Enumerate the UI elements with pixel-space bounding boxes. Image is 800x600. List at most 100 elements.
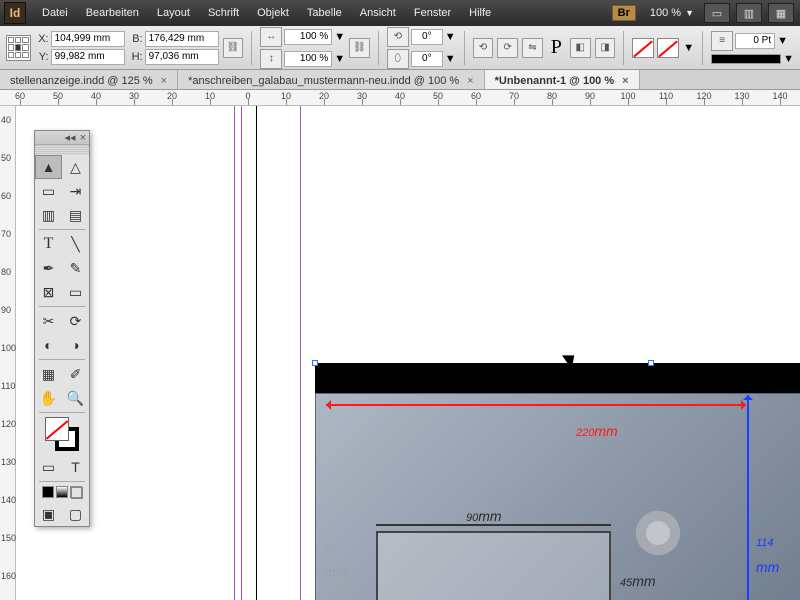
content-placer-tool[interactable]: ▤ [62,203,89,227]
apply-none[interactable] [70,486,82,498]
page-boundary [256,106,257,600]
y-field[interactable] [51,49,125,65]
link-wh-icon[interactable]: ⛓ [223,38,244,58]
apply-gradient[interactable] [56,486,68,498]
ruler-tick-label: 140 [1,495,16,505]
rotate-field[interactable] [411,29,443,45]
ruler-tick-label: 80 [1,267,11,277]
menu-file[interactable]: Datei [34,3,76,23]
stroke-weight-icon: ≡ [711,31,733,51]
ruler-horizontal[interactable]: 6050403020100102030405060708090100110120… [0,90,800,106]
formatting-container-icon[interactable]: ▭ [35,455,62,479]
ruler-tick-label: 150 [1,533,16,543]
select-container-icon[interactable]: ◧ [570,38,591,58]
link-scale-icon[interactable]: ⛓ [349,38,370,58]
rotate-ccw-icon[interactable]: ⟲ [473,38,494,58]
selection-handle[interactable] [648,360,654,366]
selection-tool[interactable]: ▲ [35,155,62,179]
scissors-tool[interactable]: ✂ [35,309,62,333]
scale-y-field[interactable] [284,51,332,67]
rectangle-frame-tool[interactable]: ⊠ [35,280,62,304]
view-mode-normal[interactable]: ▣ [35,502,62,526]
dimension-line [747,395,749,600]
ruler-tick-label: 100 [1,343,16,353]
free-transform-tool[interactable]: ⟳ [62,309,89,333]
line-tool[interactable]: ╲ [62,232,89,256]
page-tool[interactable]: ▭ [35,179,62,203]
stroke-swatch[interactable] [657,38,679,58]
scale-x-field[interactable] [284,29,332,45]
arrange-icon[interactable]: ▦ [768,3,794,23]
ring-shape[interactable] [636,511,680,555]
close-icon[interactable]: × [161,75,167,87]
pencil-tool[interactable]: ✎ [62,256,89,280]
menu-edit[interactable]: Bearbeiten [78,3,147,23]
pen-tool[interactable]: ✒ [35,256,62,280]
doc-tab-2[interactable]: *anschreiben_galabau_mustermann-neu.indd… [178,70,485,89]
view-mode-preview[interactable]: ▢ [62,502,89,526]
bridge-button[interactable]: Br [612,5,636,21]
fill-box[interactable] [45,417,69,441]
scale-y-icon: ↕ [260,49,282,69]
ruler-vertical[interactable]: 405060708090100110120130140150160 [0,106,16,600]
menu-type[interactable]: Schrift [200,3,247,23]
black-rectangle[interactable] [315,363,800,393]
flip-h-icon[interactable]: ⇋ [522,38,543,58]
y-label: Y: [35,51,49,63]
guide-vertical[interactable] [234,106,235,600]
menu-object[interactable]: Objekt [249,3,297,23]
dimension-label: 45mm [620,566,656,592]
reference-point[interactable] [6,35,31,61]
doc-tab-3[interactable]: *Unbenannt-1 @ 100 %× [485,70,640,89]
tools-panel[interactable]: ◂◂× ▲△ ▭⇥ ▥▤ T╲ ✒✎ ⊠▭ ✂⟳ ◐◑ ▦✐ ✋🔍 ▭T ▣▢ [34,130,90,527]
close-icon[interactable]: × [80,132,86,144]
menu-layout[interactable]: Layout [149,3,198,23]
guide-vertical[interactable] [300,106,301,600]
guide-vertical[interactable] [241,106,242,600]
formatting-text-icon[interactable]: T [62,455,89,479]
x-field[interactable] [51,31,125,47]
width-field[interactable] [145,31,219,47]
rotate-cw-icon[interactable]: ⟳ [497,38,518,58]
hand-tool[interactable]: ✋ [35,386,62,410]
collapse-icon[interactable]: ◂◂ [65,131,76,144]
screen-mode-icon[interactable]: ▥ [736,3,762,23]
inner-rectangle[interactable] [376,531,611,600]
canvas[interactable]: 220mm 114mm 90mm 20mm 45mm [16,106,800,600]
select-content-icon[interactable]: ◨ [595,38,616,58]
note-tool[interactable]: ▦ [35,362,62,386]
fill-swatch[interactable] [632,38,654,58]
content-collector-tool[interactable]: ▥ [35,203,62,227]
close-icon[interactable]: × [622,75,628,87]
menu-help[interactable]: Hilfe [461,3,499,23]
fill-stroke-control[interactable] [45,417,79,451]
selection-handle[interactable] [312,360,318,366]
stroke-weight-field[interactable] [735,33,775,49]
dimension-label: 20mm [324,531,347,583]
stroke-style-dropdown[interactable] [711,54,781,64]
panel-grip[interactable] [35,145,89,155]
shear-field[interactable] [411,51,443,67]
menu-view[interactable]: Ansicht [352,3,404,23]
rotate-icon: ⟲ [387,27,409,47]
type-tool[interactable]: T [35,232,62,256]
control-bar: X: Y: B: H: ⛓ ↔▼ ↕▼ ⛓ ⟲▼ ⬯▼ ⟲ ⟳ ⇋ P ◧ ◨ … [0,26,800,70]
gap-tool[interactable]: ⇥ [62,179,89,203]
view-mode-icon[interactable]: ▭ [704,3,730,23]
rectangle-tool[interactable]: ▭ [62,280,89,304]
direct-selection-tool[interactable]: △ [62,155,89,179]
gradient-swatch-tool[interactable]: ◐ [35,333,62,357]
zoom-dropdown[interactable]: 100 %▼ [644,7,700,19]
menu-window[interactable]: Fenster [406,3,459,23]
close-icon[interactable]: × [467,75,473,87]
eyedropper-tool[interactable]: ✐ [62,362,89,386]
menu-table[interactable]: Tabelle [299,3,350,23]
zoom-tool[interactable]: 🔍 [62,386,89,410]
dimension-label: 114mm [756,526,779,578]
apply-color[interactable] [42,486,54,498]
ruler-tick-label: 160 [1,571,16,581]
doc-tab-1[interactable]: stellenanzeige.indd @ 125 %× [0,70,178,89]
tools-header[interactable]: ◂◂ × [35,131,89,145]
height-field[interactable] [145,49,219,65]
gradient-feather-tool[interactable]: ◑ [62,333,89,357]
